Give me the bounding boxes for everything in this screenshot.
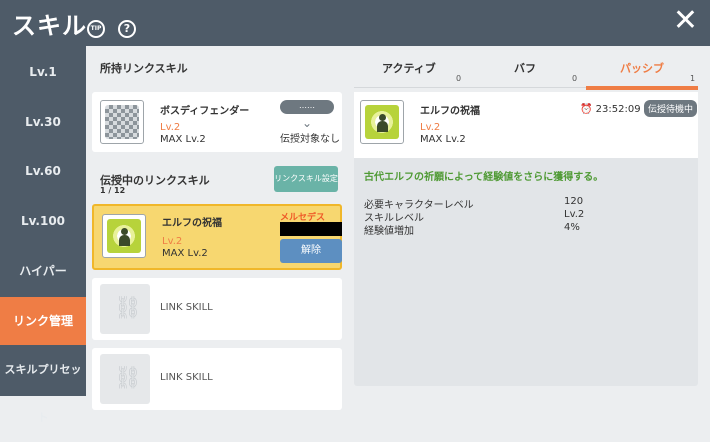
timer-readout: ⏰ 23:52:09 bbox=[580, 104, 641, 115]
link-skill-label: LINK SKILL bbox=[160, 302, 213, 313]
sidebar-item-lv60[interactable]: Lv.60 bbox=[0, 147, 86, 195]
teaching-count: 1 / 12 bbox=[100, 186, 126, 195]
empty-link-slot[interactable]: ⛓ LINK SKILL bbox=[92, 278, 342, 340]
skill-name: エルフの祝福 bbox=[162, 218, 222, 229]
detail-skill-name: エルフの祝福 bbox=[420, 106, 480, 117]
detail-column: アクティブ 0 バフ 0 パッシブ 1 エルフの祝福 Lv.2 MAX Lv.2… bbox=[350, 46, 710, 396]
detail-skill-level: Lv.2 bbox=[420, 122, 441, 133]
clock-icon: ⏰ bbox=[580, 104, 593, 115]
empty-link-slot[interactable]: ⛓ LINK SKILL bbox=[92, 348, 342, 410]
timer-value: 23:52:09 bbox=[595, 104, 641, 115]
elf-blessing-icon bbox=[360, 100, 404, 144]
link-chain-icon: ⛓ bbox=[100, 284, 150, 334]
stat-label: 経験値増加 bbox=[364, 226, 414, 237]
link-skill-label: LINK SKILL bbox=[160, 372, 213, 383]
sidebar-item-lv1[interactable]: Lv.1 bbox=[0, 48, 86, 96]
stat-value: 4% bbox=[564, 222, 580, 233]
sidebar: Lv.1 Lv.30 Lv.60 Lv.100 ハイパー リンク管理 スキルプリ… bbox=[0, 46, 86, 424]
sidebar-item-lv30[interactable]: Lv.30 bbox=[0, 98, 86, 146]
status-badge: 伝授待機中 bbox=[644, 100, 698, 117]
link-chain-icon: ⛓ bbox=[100, 354, 150, 404]
header-bar: スキル TIP ? ✕ bbox=[0, 0, 710, 46]
owned-link-skills-title: 所持リンクスキル bbox=[100, 62, 188, 75]
skill-level: Lv.2 bbox=[160, 122, 181, 133]
help-button[interactable]: ? bbox=[118, 20, 136, 38]
chevron-down-icon[interactable]: ⌄ bbox=[302, 116, 312, 130]
tip-button[interactable]: TIP bbox=[87, 20, 105, 38]
tab-passive-count: 1 bbox=[690, 74, 696, 83]
owned-skill-card[interactable]: ボスディフェンダー Lv.2 MAX Lv.2 …… ⌄ 伝授対象なし bbox=[92, 92, 342, 152]
release-button[interactable]: 解除 bbox=[280, 239, 342, 263]
tab-active-count: 0 bbox=[456, 74, 462, 83]
tab-active[interactable]: アクティブ bbox=[382, 60, 436, 76]
tab-buff[interactable]: バフ bbox=[514, 60, 536, 76]
skill-description: 古代エルフの祈願によって経験値をさらに獲得する。 bbox=[364, 172, 604, 183]
stat-value: 120 bbox=[564, 196, 584, 207]
sidebar-item-hyper[interactable]: ハイパー bbox=[0, 247, 86, 295]
tab-passive[interactable]: パッシブ bbox=[620, 60, 664, 76]
skill-level: Lv.2 bbox=[162, 236, 183, 247]
elf-blessing-icon bbox=[102, 214, 146, 258]
redacted-bar bbox=[280, 222, 342, 236]
close-button[interactable]: ✕ bbox=[673, 4, 698, 38]
skill-detail-body: 古代エルフの祈願によって経験値をさらに獲得する。 必要キャラクターレベル 120… bbox=[354, 158, 698, 386]
teaching-skill-card[interactable]: エルフの祝福 Lv.2 MAX Lv.2 メルセデス 解除 bbox=[92, 204, 342, 270]
tab-buff-count: 0 bbox=[572, 74, 578, 83]
skill-max-level: MAX Lv.2 bbox=[162, 248, 208, 259]
boss-defender-icon bbox=[100, 100, 144, 144]
no-target-status: 伝授対象なし bbox=[280, 134, 340, 145]
skill-max-level: MAX Lv.2 bbox=[160, 134, 206, 145]
sidebar-item-link-management[interactable]: リンク管理 bbox=[0, 297, 86, 345]
link-skill-settings-button[interactable]: リンクスキル設定 bbox=[274, 166, 338, 192]
sidebar-item-lv100[interactable]: Lv.100 bbox=[0, 197, 86, 245]
target-pill[interactable]: …… bbox=[280, 100, 334, 114]
page-title: スキル bbox=[12, 12, 87, 40]
detail-skill-max-level: MAX Lv.2 bbox=[420, 134, 466, 145]
link-skill-column: 所持リンクスキル ボスディフェンダー Lv.2 MAX Lv.2 …… ⌄ 伝授… bbox=[86, 46, 350, 410]
skill-name: ボスディフェンダー bbox=[160, 106, 250, 117]
tab-active-indicator bbox=[586, 86, 698, 90]
stat-value: Lv.2 bbox=[564, 209, 585, 220]
skill-detail-card: エルフの祝福 Lv.2 MAX Lv.2 ⏰ 23:52:09 伝授待機中 bbox=[354, 92, 698, 158]
sidebar-item-skill-preset[interactable]: スキルプリセット bbox=[0, 346, 86, 424]
